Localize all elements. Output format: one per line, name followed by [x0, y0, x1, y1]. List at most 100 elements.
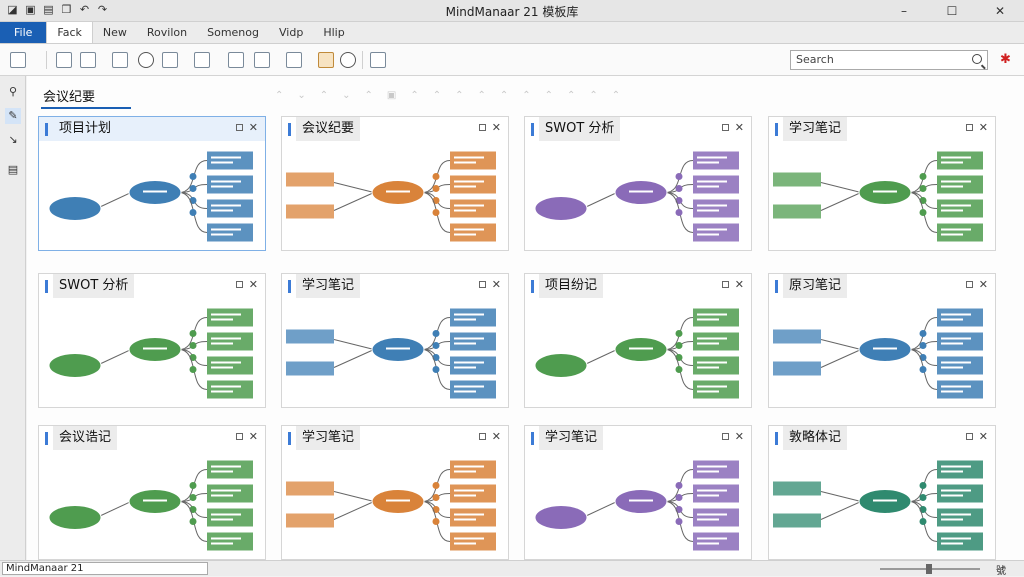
branch-marker [432, 173, 440, 180]
format-icon[interactable] [370, 52, 386, 68]
card-menu-icon[interactable] [722, 281, 729, 288]
template-card[interactable]: SWOT 分析 ✕ [524, 116, 752, 251]
insert-topic-icon[interactable] [56, 52, 72, 68]
subtopic-box [693, 175, 739, 194]
template-card[interactable]: 敦略体记 ✕ [768, 425, 996, 560]
card-close-icon[interactable]: ✕ [249, 430, 258, 443]
template-card[interactable]: 学习笔记 ✕ [281, 425, 509, 560]
menu-rovilon[interactable]: Rovilon [137, 22, 197, 43]
menu-hlip[interactable]: Hlip [313, 22, 354, 43]
subtopic-text-line [941, 385, 971, 388]
card-menu-icon[interactable] [236, 433, 243, 440]
subtopic-text-line [941, 313, 971, 316]
card-menu-icon[interactable] [722, 433, 729, 440]
template-card[interactable]: 学习笔记 ✕ [281, 273, 509, 408]
template-title: 项目纷记 [539, 274, 604, 298]
menu-vidp[interactable]: Vidp [269, 22, 313, 43]
new-document-icon[interactable] [10, 52, 26, 68]
template-card[interactable]: 学习笔记 ✕ [768, 116, 996, 251]
menu-new[interactable]: New [93, 22, 137, 43]
subtopic-text-line [941, 513, 971, 516]
subtopic-text-line [454, 537, 484, 540]
card-menu-icon[interactable] [966, 433, 973, 440]
search-button[interactable] [790, 50, 988, 70]
branch-marker [919, 366, 927, 373]
maximize-icon[interactable]: ☐ [928, 0, 976, 22]
card-menu-icon[interactable] [966, 124, 973, 131]
panel-icon[interactable]: ▤ [5, 162, 21, 178]
mindmap-tool-icon[interactable]: ⚲ [5, 84, 21, 100]
branch-marker [432, 366, 440, 373]
layout-icon[interactable] [254, 52, 270, 68]
card-menu-icon[interactable] [236, 281, 243, 288]
insert-subtopic-icon[interactable] [80, 52, 96, 68]
template-card[interactable]: 原习笔记 ✕ [768, 273, 996, 408]
subtopic-box [937, 356, 983, 375]
card-accent-bar [288, 122, 291, 136]
tab-meeting-notes[interactable]: 会议纪要 [43, 86, 95, 105]
branch-marker [432, 342, 440, 349]
status-text: MindManaar 21 [2, 562, 208, 575]
card-close-icon[interactable]: ✕ [492, 278, 501, 291]
connector-icon[interactable]: ↘ [5, 132, 21, 148]
subtopic-box [450, 484, 496, 503]
menu-somenog[interactable]: Somenog [197, 22, 269, 43]
present-icon[interactable] [162, 52, 178, 68]
template-card[interactable]: 学习笔记 ✕ [524, 425, 752, 560]
grid-icon[interactable] [194, 52, 210, 68]
card-menu-icon[interactable] [236, 124, 243, 131]
hand-tool-icon[interactable] [112, 52, 128, 68]
template-card[interactable]: 会议纪要 ✕ [281, 116, 509, 251]
zoom-slider-handle[interactable] [926, 564, 932, 574]
template-card[interactable]: 项目计划 ✕ [38, 116, 266, 251]
branch-marker [189, 494, 197, 501]
subtopic-text-line [697, 318, 719, 321]
card-close-icon[interactable]: ✕ [249, 121, 258, 134]
card-accent-bar [45, 279, 48, 293]
card-close-icon[interactable]: ✕ [249, 278, 258, 291]
color-theme-icon[interactable] [318, 52, 334, 68]
align-icon[interactable] [228, 52, 244, 68]
card-close-icon[interactable]: ✕ [735, 430, 744, 443]
pin-icon[interactable]: ✱ [1000, 52, 1011, 67]
subtopic-text-line [454, 318, 476, 321]
subtopic-text-line [697, 180, 727, 183]
branch-marker [919, 342, 927, 349]
branch-marker [189, 185, 197, 192]
card-close-icon[interactable]: ✕ [979, 430, 988, 443]
card-close-icon[interactable]: ✕ [979, 121, 988, 134]
subtopic-text-line [697, 537, 727, 540]
card-menu-icon[interactable] [966, 281, 973, 288]
card-menu-icon[interactable] [479, 124, 486, 131]
branch-marker [675, 482, 683, 489]
menu-file[interactable]: File [0, 22, 47, 43]
zoom-icon[interactable] [340, 52, 356, 68]
template-card[interactable]: 会议诰记 ✕ [38, 425, 266, 560]
subtopic-text-line [454, 494, 476, 497]
central-topic-text-line [629, 347, 653, 350]
card-menu-icon[interactable] [479, 281, 486, 288]
minimize-icon[interactable]: – [880, 0, 928, 22]
card-close-icon[interactable]: ✕ [735, 278, 744, 291]
mindmap-thumbnail [48, 460, 253, 551]
card-menu-icon[interactable] [479, 433, 486, 440]
pen-tool-icon[interactable]: ✎ [5, 108, 21, 124]
branch-line [100, 349, 132, 364]
export-icon[interactable] [286, 52, 302, 68]
root-node [48, 196, 102, 221]
card-close-icon[interactable]: ✕ [735, 121, 744, 134]
card-close-icon[interactable]: ✕ [492, 121, 501, 134]
subtopic-text-line [697, 366, 719, 369]
template-card[interactable]: SWOT 分析 ✕ [38, 273, 266, 408]
card-close-icon[interactable]: ✕ [979, 278, 988, 291]
card-menu-icon[interactable] [722, 124, 729, 131]
subtopic-box [693, 308, 739, 327]
find-icon[interactable] [138, 52, 154, 68]
card-accent-bar [775, 279, 778, 293]
subtopic-text-line [941, 156, 971, 159]
card-close-icon[interactable]: ✕ [492, 430, 501, 443]
menu-fack[interactable]: Fack [46, 22, 93, 43]
template-card[interactable]: 项目纷记 ✕ [524, 273, 752, 408]
close-icon[interactable]: ✕ [976, 0, 1024, 22]
subtopic-text-line [454, 161, 476, 164]
